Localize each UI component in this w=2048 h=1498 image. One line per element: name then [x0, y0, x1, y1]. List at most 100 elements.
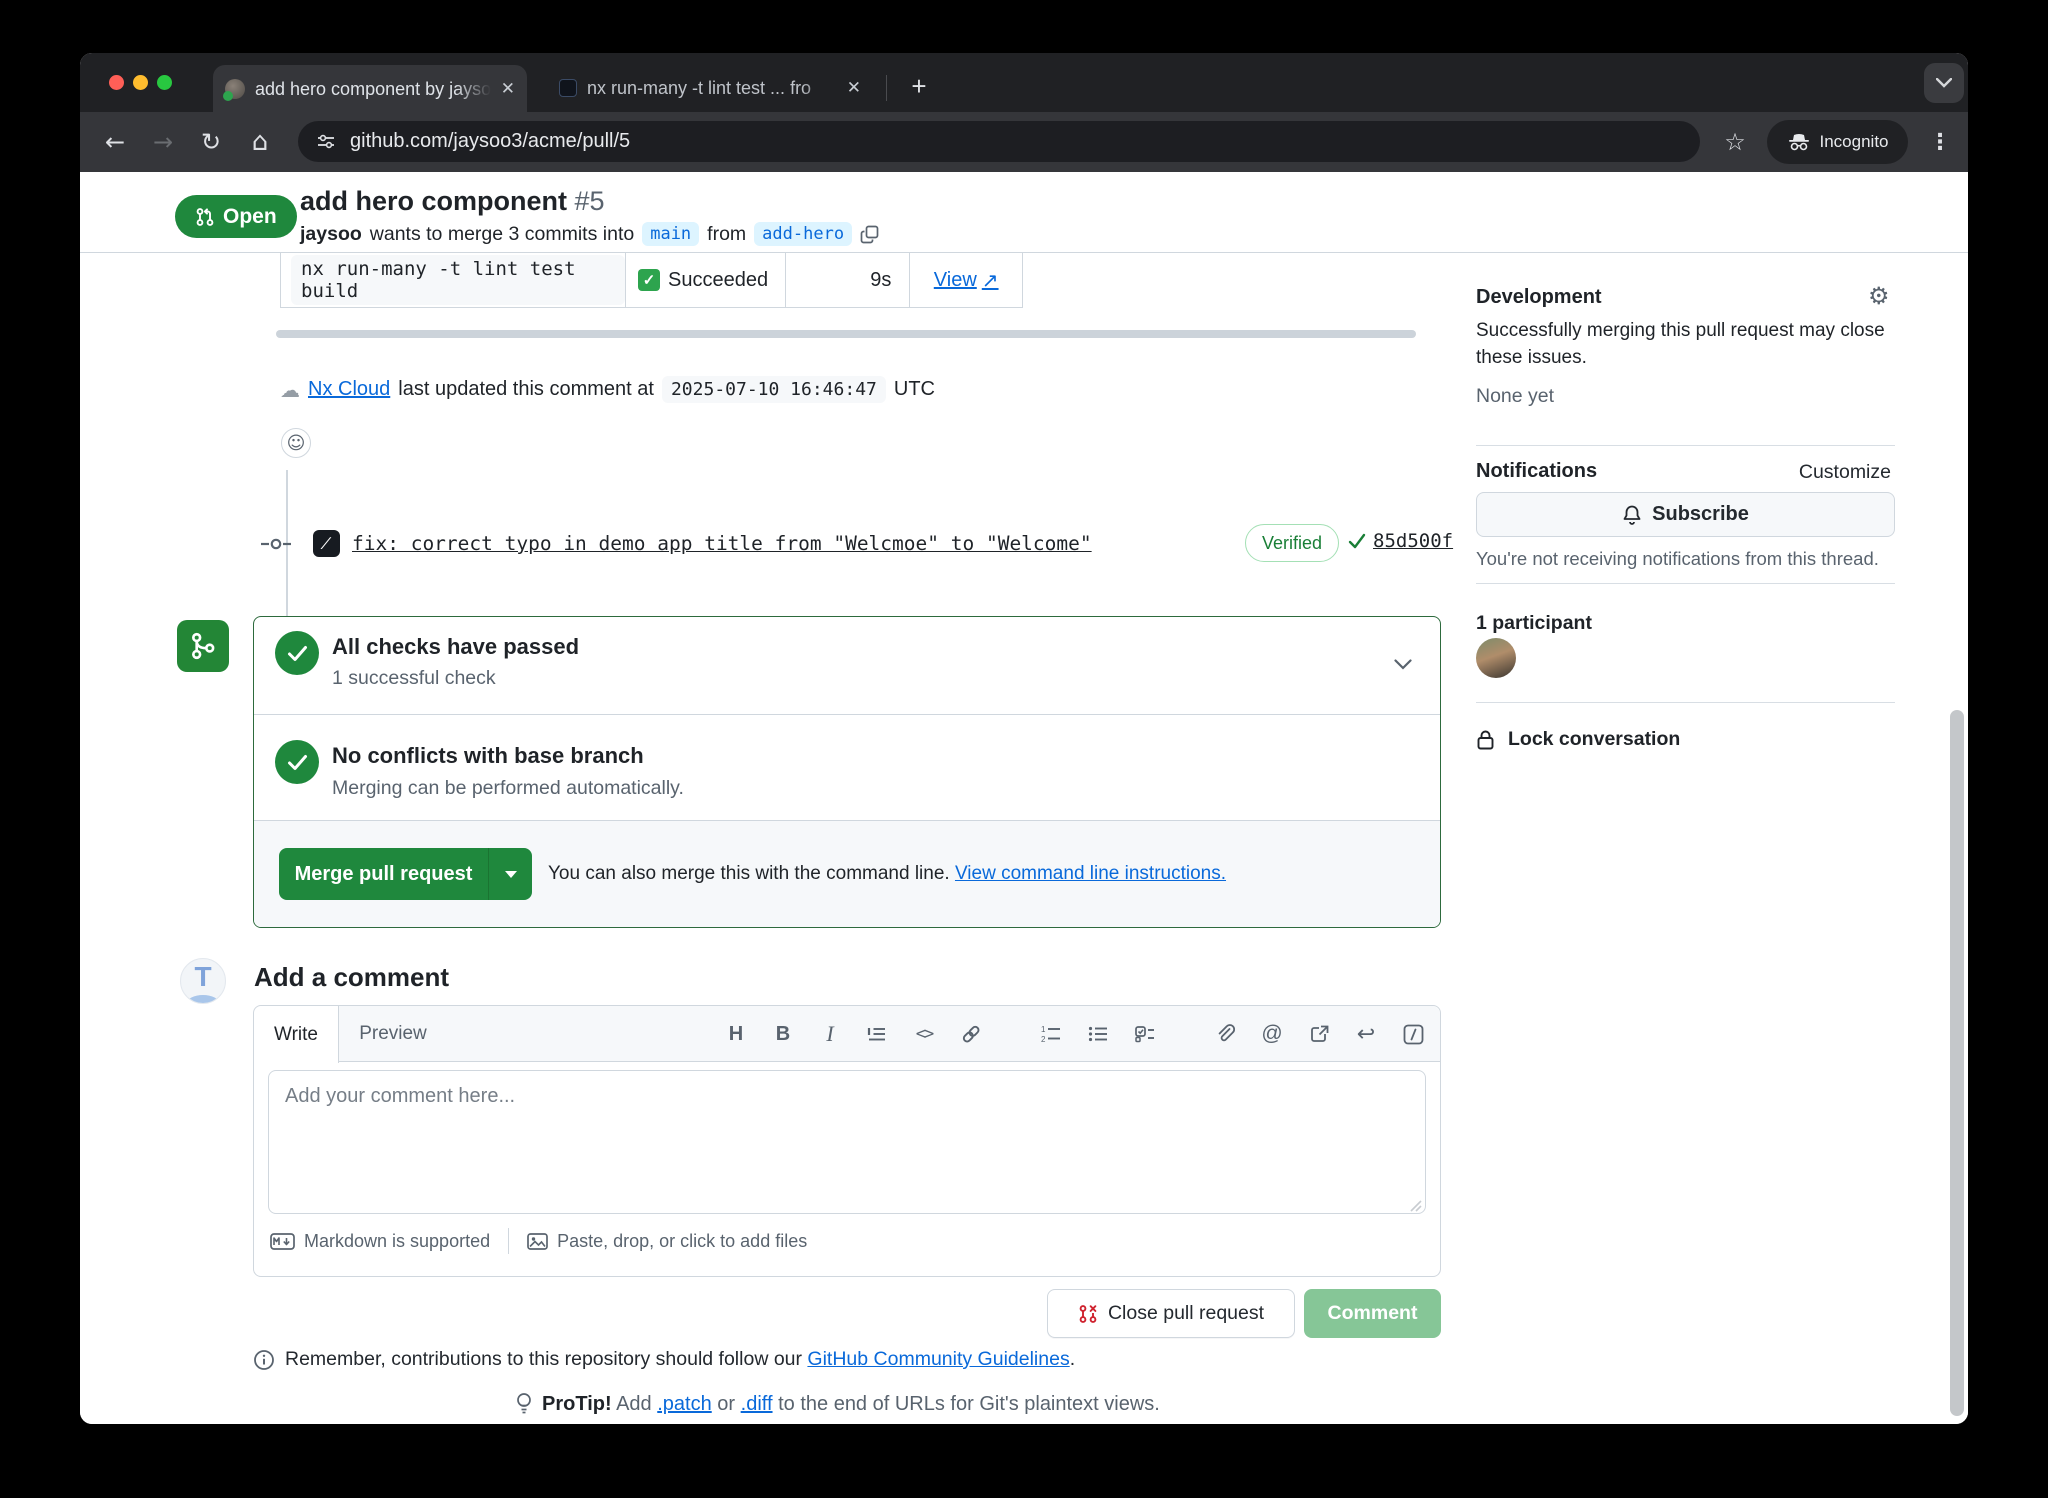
notifications-heading: Notifications — [1476, 460, 1597, 483]
unordered-list-icon[interactable] — [1087, 1022, 1109, 1046]
heading-icon[interactable]: H — [725, 1022, 747, 1046]
forward-button[interactable]: → — [146, 112, 180, 172]
check-run-status: ✓ Succeeded — [625, 253, 785, 307]
italic-icon[interactable]: I — [819, 1022, 841, 1046]
pr-title: add hero component #5 — [300, 186, 605, 217]
head-branch-chip[interactable]: add-hero — [754, 222, 852, 246]
mention-icon[interactable]: @ — [1261, 1022, 1283, 1046]
tab-title: nx run-many -t lint test ... fro — [587, 76, 837, 100]
commit-sha-group: 85d500f — [1348, 530, 1453, 552]
address-bar[interactable]: github.com/jaysoo3/acme/pull/5 — [298, 121, 1700, 162]
commit-sha-link[interactable]: 85d500f — [1373, 530, 1453, 552]
tab-strip: add hero component by jayso ✕ nx run-man… — [80, 53, 1968, 112]
expand-checks-button[interactable] — [1394, 659, 1412, 670]
task-list-icon[interactable] — [1134, 1022, 1156, 1046]
page-content: Open add hero component #5 jaysoo wants … — [80, 172, 1968, 1424]
window-minimize-button[interactable] — [133, 75, 148, 90]
quote-icon[interactable] — [866, 1022, 888, 1046]
reply-icon[interactable]: ↩ — [1355, 1022, 1377, 1046]
markdown-supported-link[interactable]: Markdown is supported — [270, 1231, 490, 1252]
customize-link[interactable]: Customize — [1799, 461, 1891, 484]
attach-file-icon[interactable] — [1214, 1022, 1236, 1046]
tab-preview[interactable]: Preview — [339, 1006, 447, 1062]
close-pull-request-button[interactable]: Close pull request — [1047, 1289, 1295, 1338]
patch-link[interactable]: .patch — [657, 1393, 711, 1415]
success-check-icon: ✓ — [638, 269, 660, 291]
no-conflicts-section: No conflicts with base branch Merging ca… — [254, 714, 1440, 820]
link-icon[interactable] — [960, 1022, 982, 1046]
commit-message-link[interactable]: fix: correct typo in demo app title from… — [352, 532, 1092, 555]
community-guidelines-link[interactable]: GitHub Community Guidelines — [807, 1348, 1069, 1370]
development-empty: None yet — [1476, 385, 1554, 408]
github-favicon — [225, 79, 245, 99]
copy-icon[interactable] — [860, 225, 879, 244]
editor-footer-notes: Markdown is supported Paste, drop, or cl… — [270, 1228, 807, 1254]
development-heading: Development — [1476, 286, 1602, 309]
verified-badge: Verified — [1245, 524, 1339, 562]
add-reaction-button[interactable]: ☺ — [281, 428, 311, 458]
markdown-toolbar: H B I <> 12 — [725, 1006, 1424, 1062]
gear-icon[interactable]: ⚙ — [1868, 282, 1890, 310]
info-icon — [253, 1349, 275, 1371]
bold-icon[interactable]: B — [772, 1022, 794, 1046]
window-close-button[interactable] — [109, 75, 124, 90]
comment-editor: Write Preview H B I <> 12 — [253, 1005, 1441, 1277]
markdown-icon — [270, 1233, 295, 1250]
tab-pull-request[interactable]: add hero component by jayso ✕ — [213, 65, 527, 112]
ordered-list-icon[interactable]: 12 — [1040, 1022, 1062, 1046]
notifications-note: You're not receiving notifications from … — [1476, 548, 1879, 570]
incognito-badge: Incognito — [1767, 120, 1908, 164]
subscribe-button[interactable]: Subscribe — [1476, 492, 1895, 537]
tab-search-button[interactable] — [1924, 63, 1964, 103]
lock-conversation-button[interactable]: Lock conversation — [1476, 728, 1680, 751]
nx-cloud-link[interactable]: Nx Cloud — [308, 378, 390, 401]
comment-input[interactable] — [268, 1070, 1426, 1214]
url-text: github.com/jaysoo3/acme/pull/5 — [350, 130, 630, 153]
participant-avatar[interactable] — [1476, 638, 1516, 678]
pr-subtitle: jaysoo wants to merge 3 commits into mai… — [300, 222, 879, 246]
divider — [1476, 702, 1895, 703]
cross-reference-icon[interactable] — [1308, 1022, 1330, 1046]
window-zoom-button[interactable] — [157, 75, 172, 90]
check-run-duration: 9s — [785, 253, 910, 307]
code-icon[interactable]: <> — [913, 1022, 935, 1046]
new-tab-button[interactable]: + — [900, 67, 938, 105]
pr-status-label: Open — [223, 205, 277, 229]
pr-sticky-header: Open add hero component #5 jaysoo wants … — [80, 172, 1968, 253]
comment-submit-button[interactable]: Comment — [1304, 1289, 1441, 1338]
current-user-avatar: T — [180, 958, 226, 1004]
resize-grip[interactable] — [1410, 1200, 1422, 1212]
site-settings-icon[interactable] — [316, 133, 336, 151]
cli-instructions-link[interactable]: View command line instructions. — [955, 863, 1226, 884]
check-run-view-link[interactable]: View↗ — [909, 253, 1022, 307]
merge-pull-request-button[interactable]: Merge pull request — [279, 848, 532, 900]
pr-status-badge: Open — [175, 195, 297, 238]
home-button[interactable]: ⌂ — [243, 112, 277, 172]
base-branch-chip[interactable]: main — [642, 222, 699, 246]
tab-separator — [886, 75, 887, 101]
close-tab-icon[interactable]: ✕ — [847, 78, 861, 98]
close-tab-icon[interactable]: ✕ — [501, 79, 515, 99]
incognito-icon — [1787, 132, 1811, 152]
tab-nx-run[interactable]: nx run-many -t lint test ... fro ✕ — [547, 68, 873, 108]
timestamp-chip: 2025-07-10 16:46:47 — [662, 376, 886, 403]
browser-toolbar: ← → ↻ ⌂ github.com/jaysoo3/acme/pull/5 ☆… — [80, 112, 1968, 172]
bookmark-star-icon[interactable]: ☆ — [1718, 112, 1752, 172]
git-merge-icon — [177, 620, 229, 672]
diff-link[interactable]: .diff — [741, 1393, 773, 1415]
incognito-label: Incognito — [1820, 132, 1889, 152]
page-scrollbar-thumb[interactable] — [1950, 710, 1964, 1416]
back-button[interactable]: ← — [98, 112, 132, 172]
git-commit-icon — [260, 534, 294, 554]
participants-heading: 1 participant — [1476, 612, 1592, 635]
merge-options-dropdown[interactable] — [488, 848, 532, 900]
slash-command-icon[interactable] — [1402, 1022, 1424, 1046]
reload-button[interactable]: ↻ — [194, 112, 228, 172]
browser-menu-icon[interactable]: ⋮ — [1925, 112, 1955, 172]
git-pull-request-closed-icon — [1078, 1304, 1098, 1324]
checks-passed-section: All checks have passed 1 successful chec… — [254, 617, 1440, 714]
commit-author-avatar[interactable]: ∕ — [313, 530, 340, 557]
tab-write[interactable]: Write — [254, 1006, 339, 1063]
browser-window: add hero component by jayso ✕ nx run-man… — [80, 53, 1968, 1424]
attach-files-area[interactable]: Paste, drop, or click to add files — [527, 1231, 807, 1252]
